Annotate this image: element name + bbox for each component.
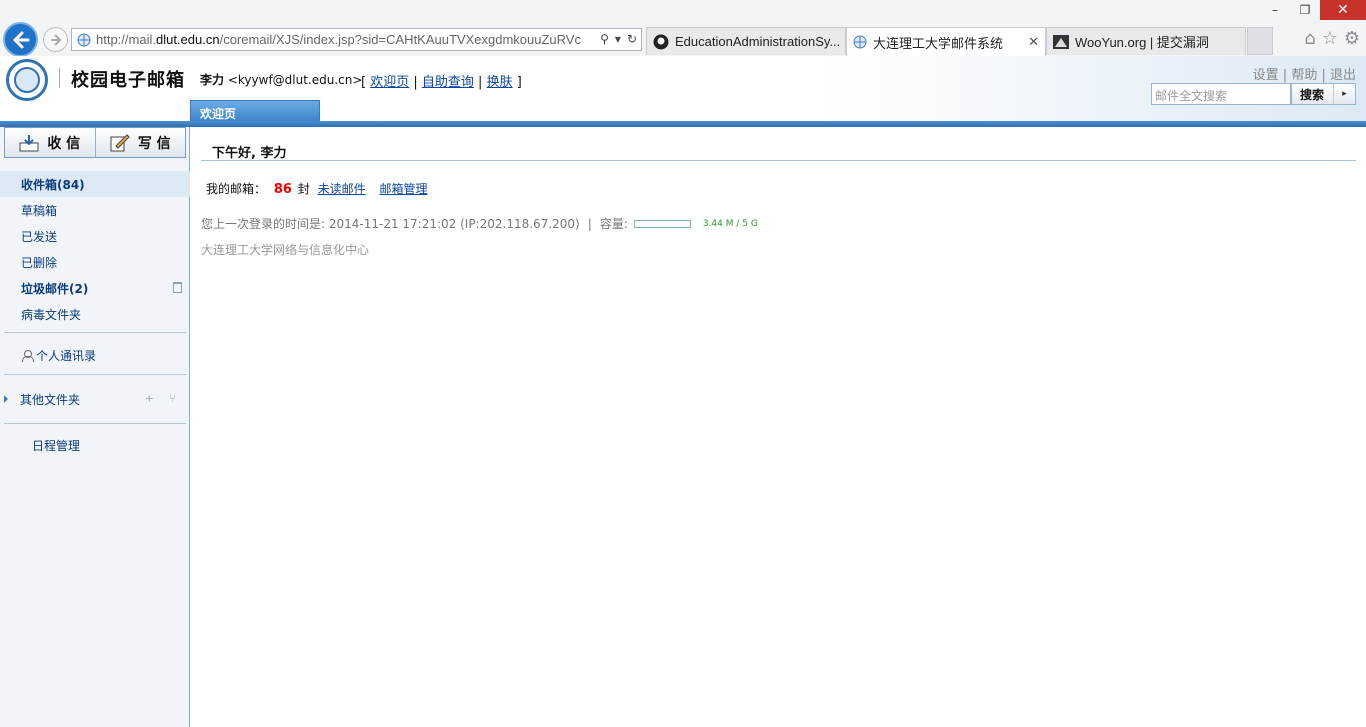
new-tab-button[interactable] (1247, 27, 1273, 55)
tab-dlut-mail[interactable]: 大连理工大学邮件系统 ✕ (846, 27, 1046, 56)
restore-button[interactable]: ❐ (1290, 0, 1320, 20)
address-url[interactable]: http://mail.dlut.edu.cn/coremail/XJS/ind… (96, 32, 586, 47)
home-icon[interactable]: ⌂ (1304, 28, 1315, 49)
browser-chrome: – ❐ ✕ http://mail.dlut.edu.cn/coremail/X… (0, 0, 1366, 57)
main-content: 下午好, 李力 我的邮箱： 86 封 未读邮件 邮箱管理 您上一次登录的时间是:… (191, 127, 1366, 727)
minimize-button[interactable]: – (1260, 0, 1290, 20)
top-links: [ 欢迎页 | 自助查询 | 换肤 ] (361, 75, 522, 90)
wooyun-icon (1053, 34, 1069, 49)
other-folders-label: 其他文件夹 (20, 392, 81, 407)
favorites-star-icon[interactable]: ☆ (1322, 28, 1338, 49)
address-bar[interactable]: http://mail.dlut.edu.cn/coremail/XJS/ind… (71, 28, 642, 51)
folder-drafts[interactable]: 草稿箱 (0, 197, 190, 223)
compose-label: 写 信 (137, 135, 171, 152)
quota-bar (633, 219, 691, 228)
unread-mail-link[interactable]: 未读邮件 (318, 182, 366, 196)
logout-link[interactable]: 退出 (1330, 68, 1356, 83)
quota-text: 3.44 M / 5 G (702, 218, 758, 229)
forward-button[interactable] (43, 27, 68, 52)
back-arrow-icon (13, 31, 29, 48)
mail-action-buttons: 收 信 写 信 (4, 127, 186, 158)
greeting: 下午好, 李力 (212, 146, 287, 161)
forward-arrow-icon (50, 33, 61, 46)
greeting-divider (201, 160, 1356, 161)
search-input[interactable]: 邮件全文搜索 (1151, 83, 1291, 105)
expand-arrow-icon[interactable] (4, 395, 8, 403)
mailbox-manage-link[interactable]: 邮箱管理 (379, 182, 427, 196)
close-tab-icon[interactable]: ✕ (1028, 34, 1039, 50)
last-login-text: 您上一次登录的时间是: 2014-11-21 17:21:02 (IP:202.… (201, 217, 580, 231)
sidebar-divider (4, 423, 186, 424)
calendar-link[interactable]: 日程管理 (32, 437, 80, 454)
search-options-arrow-icon[interactable]: ▸ (1333, 84, 1355, 104)
folder-sent[interactable]: 已发送 (0, 223, 190, 249)
mailbox-label: 我的邮箱： (206, 182, 267, 196)
github-icon (653, 34, 669, 49)
self-query-link[interactable]: 自助查询 (422, 75, 474, 90)
search-icon[interactable]: ⚲ (600, 32, 609, 46)
folder-spam-label: 垃圾邮件(2) (21, 281, 89, 296)
sidebar-divider (4, 374, 186, 375)
receive-button[interactable]: 收 信 (5, 128, 95, 157)
contacts-link[interactable]: 个人通讯录 (22, 347, 96, 364)
user-info: 李力 <kyywf@dlut.edu.cn> (200, 71, 362, 88)
sidebar-divider (4, 332, 186, 333)
utility-links: 设置 | 帮助 | 退出 (1252, 68, 1356, 83)
login-info: 您上一次登录的时间是: 2014-11-21 17:21:02 (IP:202.… (201, 216, 758, 232)
contacts-label: 个人通讯录 (36, 349, 97, 363)
tab-wooyun[interactable]: WooYun.org | 提交漏洞 (1046, 27, 1246, 55)
compose-button[interactable]: 写 信 (94, 128, 186, 157)
other-folders[interactable]: 其他文件夹 + ⑂ (0, 389, 190, 409)
skin-link[interactable]: 换肤 (487, 75, 513, 90)
mail-unit: 封 (297, 182, 310, 196)
help-link[interactable]: 帮助 (1291, 68, 1317, 83)
page-icon (77, 33, 91, 46)
tab-welcome[interactable]: 欢迎页 (190, 100, 320, 122)
brand-title: 校园电子邮箱 (71, 70, 185, 91)
refresh-icon[interactable]: ↻ (627, 32, 637, 46)
mailbox-summary: 我的邮箱： 86 封 未读邮件 邮箱管理 (206, 180, 427, 197)
welcome-link[interactable]: 欢迎页 (370, 75, 409, 90)
user-email: <kyywf@dlut.edu.cn> (227, 73, 363, 87)
close-window-button[interactable]: ✕ (1320, 0, 1366, 20)
mail-count: 86 (273, 182, 292, 197)
back-button[interactable] (3, 22, 38, 57)
tools-gear-icon[interactable]: ⚙ (1344, 28, 1360, 49)
university-logo (6, 59, 48, 101)
dropdown-icon[interactable]: ▾ (615, 32, 621, 46)
search-button[interactable]: 搜索 ▸ (1291, 83, 1356, 105)
folder-deleted[interactable]: 已删除 (0, 249, 190, 275)
search-button-label: 搜索 (1300, 87, 1325, 102)
folder-ops-icons[interactable]: + ⑂ (145, 392, 182, 405)
capacity-label: 容量: (599, 217, 628, 231)
ie-page-icon (853, 35, 867, 49)
header-divider (59, 68, 60, 88)
empty-trash-icon[interactable] (173, 282, 182, 293)
sidebar: 收 信 写 信 收件箱(84) 草稿箱 已发送 已删除 垃圾邮件(2) 病毒文件… (0, 127, 190, 727)
folder-inbox[interactable]: 收件箱(84) (0, 171, 190, 197)
inbox-download-icon (19, 134, 39, 151)
folder-list: 收件箱(84) 草稿箱 已发送 已删除 垃圾邮件(2) 病毒文件夹 (0, 171, 190, 327)
settings-link[interactable]: 设置 (1253, 68, 1279, 83)
user-name: 李力 (200, 73, 225, 87)
tab-education[interactable]: EducationAdministrationSy... (646, 27, 846, 55)
window-controls: – ❐ ✕ (1260, 0, 1366, 22)
organization-text: 大连理工大学网络与信息化中心 (201, 243, 370, 257)
compose-pencil-icon (110, 133, 130, 151)
person-icon (22, 350, 34, 362)
folder-spam[interactable]: 垃圾邮件(2) (0, 275, 190, 301)
folder-virus[interactable]: 病毒文件夹 (0, 301, 190, 327)
receive-label: 收 信 (47, 135, 81, 152)
